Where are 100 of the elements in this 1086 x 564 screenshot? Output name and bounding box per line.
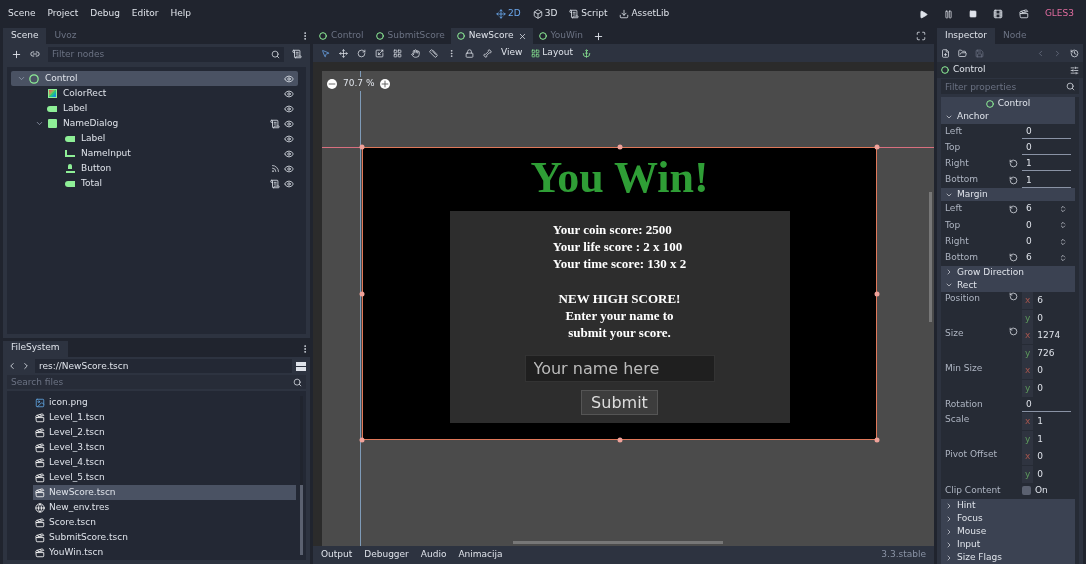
script-icon[interactable] (270, 178, 280, 189)
file-item[interactable]: SubmitScore.tscn (33, 530, 296, 545)
renderer-selector[interactable]: GLES3 (1044, 7, 1074, 21)
section-header[interactable]: Grow Direction (941, 265, 1075, 279)
workspace-tab[interactable]: 2D (496, 7, 521, 21)
visibility-icon[interactable] (284, 178, 294, 189)
workspace-tab[interactable]: Script (569, 7, 608, 21)
filter-field[interactable]: Filter properties (941, 79, 1062, 94)
attach-script-icon[interactable] (292, 49, 302, 59)
scale-tool-icon[interactable] (375, 48, 384, 58)
play-custom-scene-icon[interactable] (1018, 9, 1029, 19)
back-icon[interactable] (7, 361, 17, 371)
resize-handle[interactable] (874, 144, 880, 150)
revert-icon[interactable] (1009, 253, 1018, 263)
file-item[interactable]: NewScore.tscn (33, 485, 296, 500)
more-icon[interactable] (447, 48, 456, 58)
menu-item[interactable]: Debug (90, 7, 120, 21)
forward-icon[interactable] (21, 361, 31, 371)
revert-icon[interactable] (1009, 175, 1018, 185)
dock-tab[interactable]: Scene (3, 28, 47, 44)
editor-tab[interactable]: NewScore (450, 28, 533, 44)
resize-handle[interactable] (874, 437, 880, 443)
range-field[interactable]: 0 (1022, 124, 1071, 140)
list-select-icon[interactable] (393, 48, 402, 58)
range-field[interactable]: 0 (1022, 397, 1071, 413)
file-item[interactable]: icon.png (33, 395, 296, 410)
revert-icon[interactable] (1009, 159, 1018, 169)
revert-icon[interactable] (1009, 204, 1018, 214)
search-field[interactable]: Search files (7, 375, 289, 389)
scrollbar-thumb[interactable] (300, 485, 303, 555)
object-menu-icon[interactable] (1070, 65, 1079, 75)
menu-item[interactable]: Scene (8, 7, 36, 21)
workspace-tab[interactable]: 3D (532, 7, 558, 21)
new-resource-icon[interactable] (941, 48, 950, 58)
bone-icon[interactable] (483, 48, 492, 58)
scene-tree-item[interactable]: Control (11, 71, 298, 86)
section-header[interactable]: Size Flags (941, 551, 1075, 564)
file-item[interactable]: Level_5.tscn (33, 470, 296, 485)
new-scene-icon[interactable] (592, 30, 604, 42)
zoom-in-icon[interactable] (380, 78, 391, 89)
file-item[interactable]: Level_4.tscn (33, 455, 296, 470)
menu-item[interactable]: Editor (131, 7, 159, 21)
checkbox[interactable]: On (1022, 484, 1048, 498)
section-header[interactable]: Input (941, 538, 1075, 552)
filter-field[interactable]: Filter nodes (48, 46, 267, 62)
visibility-icon[interactable] (284, 148, 294, 159)
bottom-panel-tab[interactable]: Animacija (458, 548, 503, 562)
range-field[interactable]: 1 (1022, 156, 1071, 172)
revert-icon[interactable] (1009, 326, 1018, 336)
script-icon[interactable] (270, 118, 280, 129)
link-icon[interactable] (30, 49, 40, 59)
scene-tree-item[interactable]: Label (11, 101, 298, 116)
resize-handle[interactable] (359, 291, 365, 296)
scene-tree-item[interactable]: NameDialog (11, 116, 298, 131)
search-button[interactable] (1062, 79, 1079, 94)
lock-icon[interactable] (465, 48, 474, 58)
revert-icon[interactable] (1009, 291, 1018, 301)
file-item[interactable]: Level_3.tscn (33, 440, 296, 455)
search-button[interactable] (289, 375, 306, 389)
visibility-icon[interactable] (284, 88, 294, 99)
scene-tree-item[interactable]: ColorRect (11, 86, 298, 101)
dock-tab[interactable]: FileSystem (3, 341, 68, 357)
bottom-panel-tab[interactable]: Output (321, 548, 353, 562)
bottom-panel-tab[interactable]: Debugger (364, 548, 409, 562)
add-node-icon[interactable] (11, 48, 22, 60)
play-icon[interactable] (918, 9, 928, 19)
pan-tool-icon[interactable] (411, 48, 420, 58)
move-tool-icon[interactable] (339, 48, 348, 58)
view-menu[interactable]: View (501, 46, 523, 60)
ruler-tool-icon[interactable] (429, 48, 438, 58)
zoom-out-icon[interactable] (327, 78, 337, 89)
dock-tab[interactable]: Inspector (937, 28, 995, 44)
section-header[interactable]: Margin (941, 188, 1075, 202)
file-item[interactable]: Score.tscn (33, 515, 296, 530)
file-item[interactable]: Level_1.tscn (33, 410, 296, 425)
section-header[interactable]: Mouse (941, 525, 1075, 539)
scene-tree-item[interactable]: NameInput (11, 146, 298, 161)
visibility-icon[interactable] (284, 163, 294, 174)
workspace-tab[interactable]: AssetLib (619, 7, 670, 21)
resize-handle[interactable] (359, 144, 365, 150)
distraction-free-icon[interactable] (916, 31, 926, 41)
submit-button[interactable]: Submit (581, 390, 658, 415)
stop-icon[interactable] (968, 10, 977, 18)
visibility-icon[interactable] (284, 73, 294, 84)
split-view-icon[interactable] (296, 361, 306, 371)
rotate-tool-icon[interactable] (357, 48, 366, 58)
play-scene-icon[interactable] (992, 9, 1003, 19)
resize-handle[interactable] (359, 437, 365, 443)
anchor-icon[interactable] (581, 48, 591, 58)
visibility-icon[interactable] (284, 118, 294, 129)
pause-icon[interactable] (943, 9, 953, 19)
menu-item[interactable]: Project (47, 7, 79, 21)
scene-tree-item[interactable]: Button (11, 161, 298, 176)
open-folder-icon[interactable] (958, 48, 967, 58)
file-item[interactable]: Level_2.tscn (33, 425, 296, 440)
signal-icon[interactable] (271, 164, 280, 173)
section-header[interactable]: Focus (941, 512, 1075, 526)
visibility-icon[interactable] (284, 103, 294, 114)
section-header[interactable]: Hint (941, 499, 1075, 513)
visibility-icon[interactable] (284, 133, 294, 144)
